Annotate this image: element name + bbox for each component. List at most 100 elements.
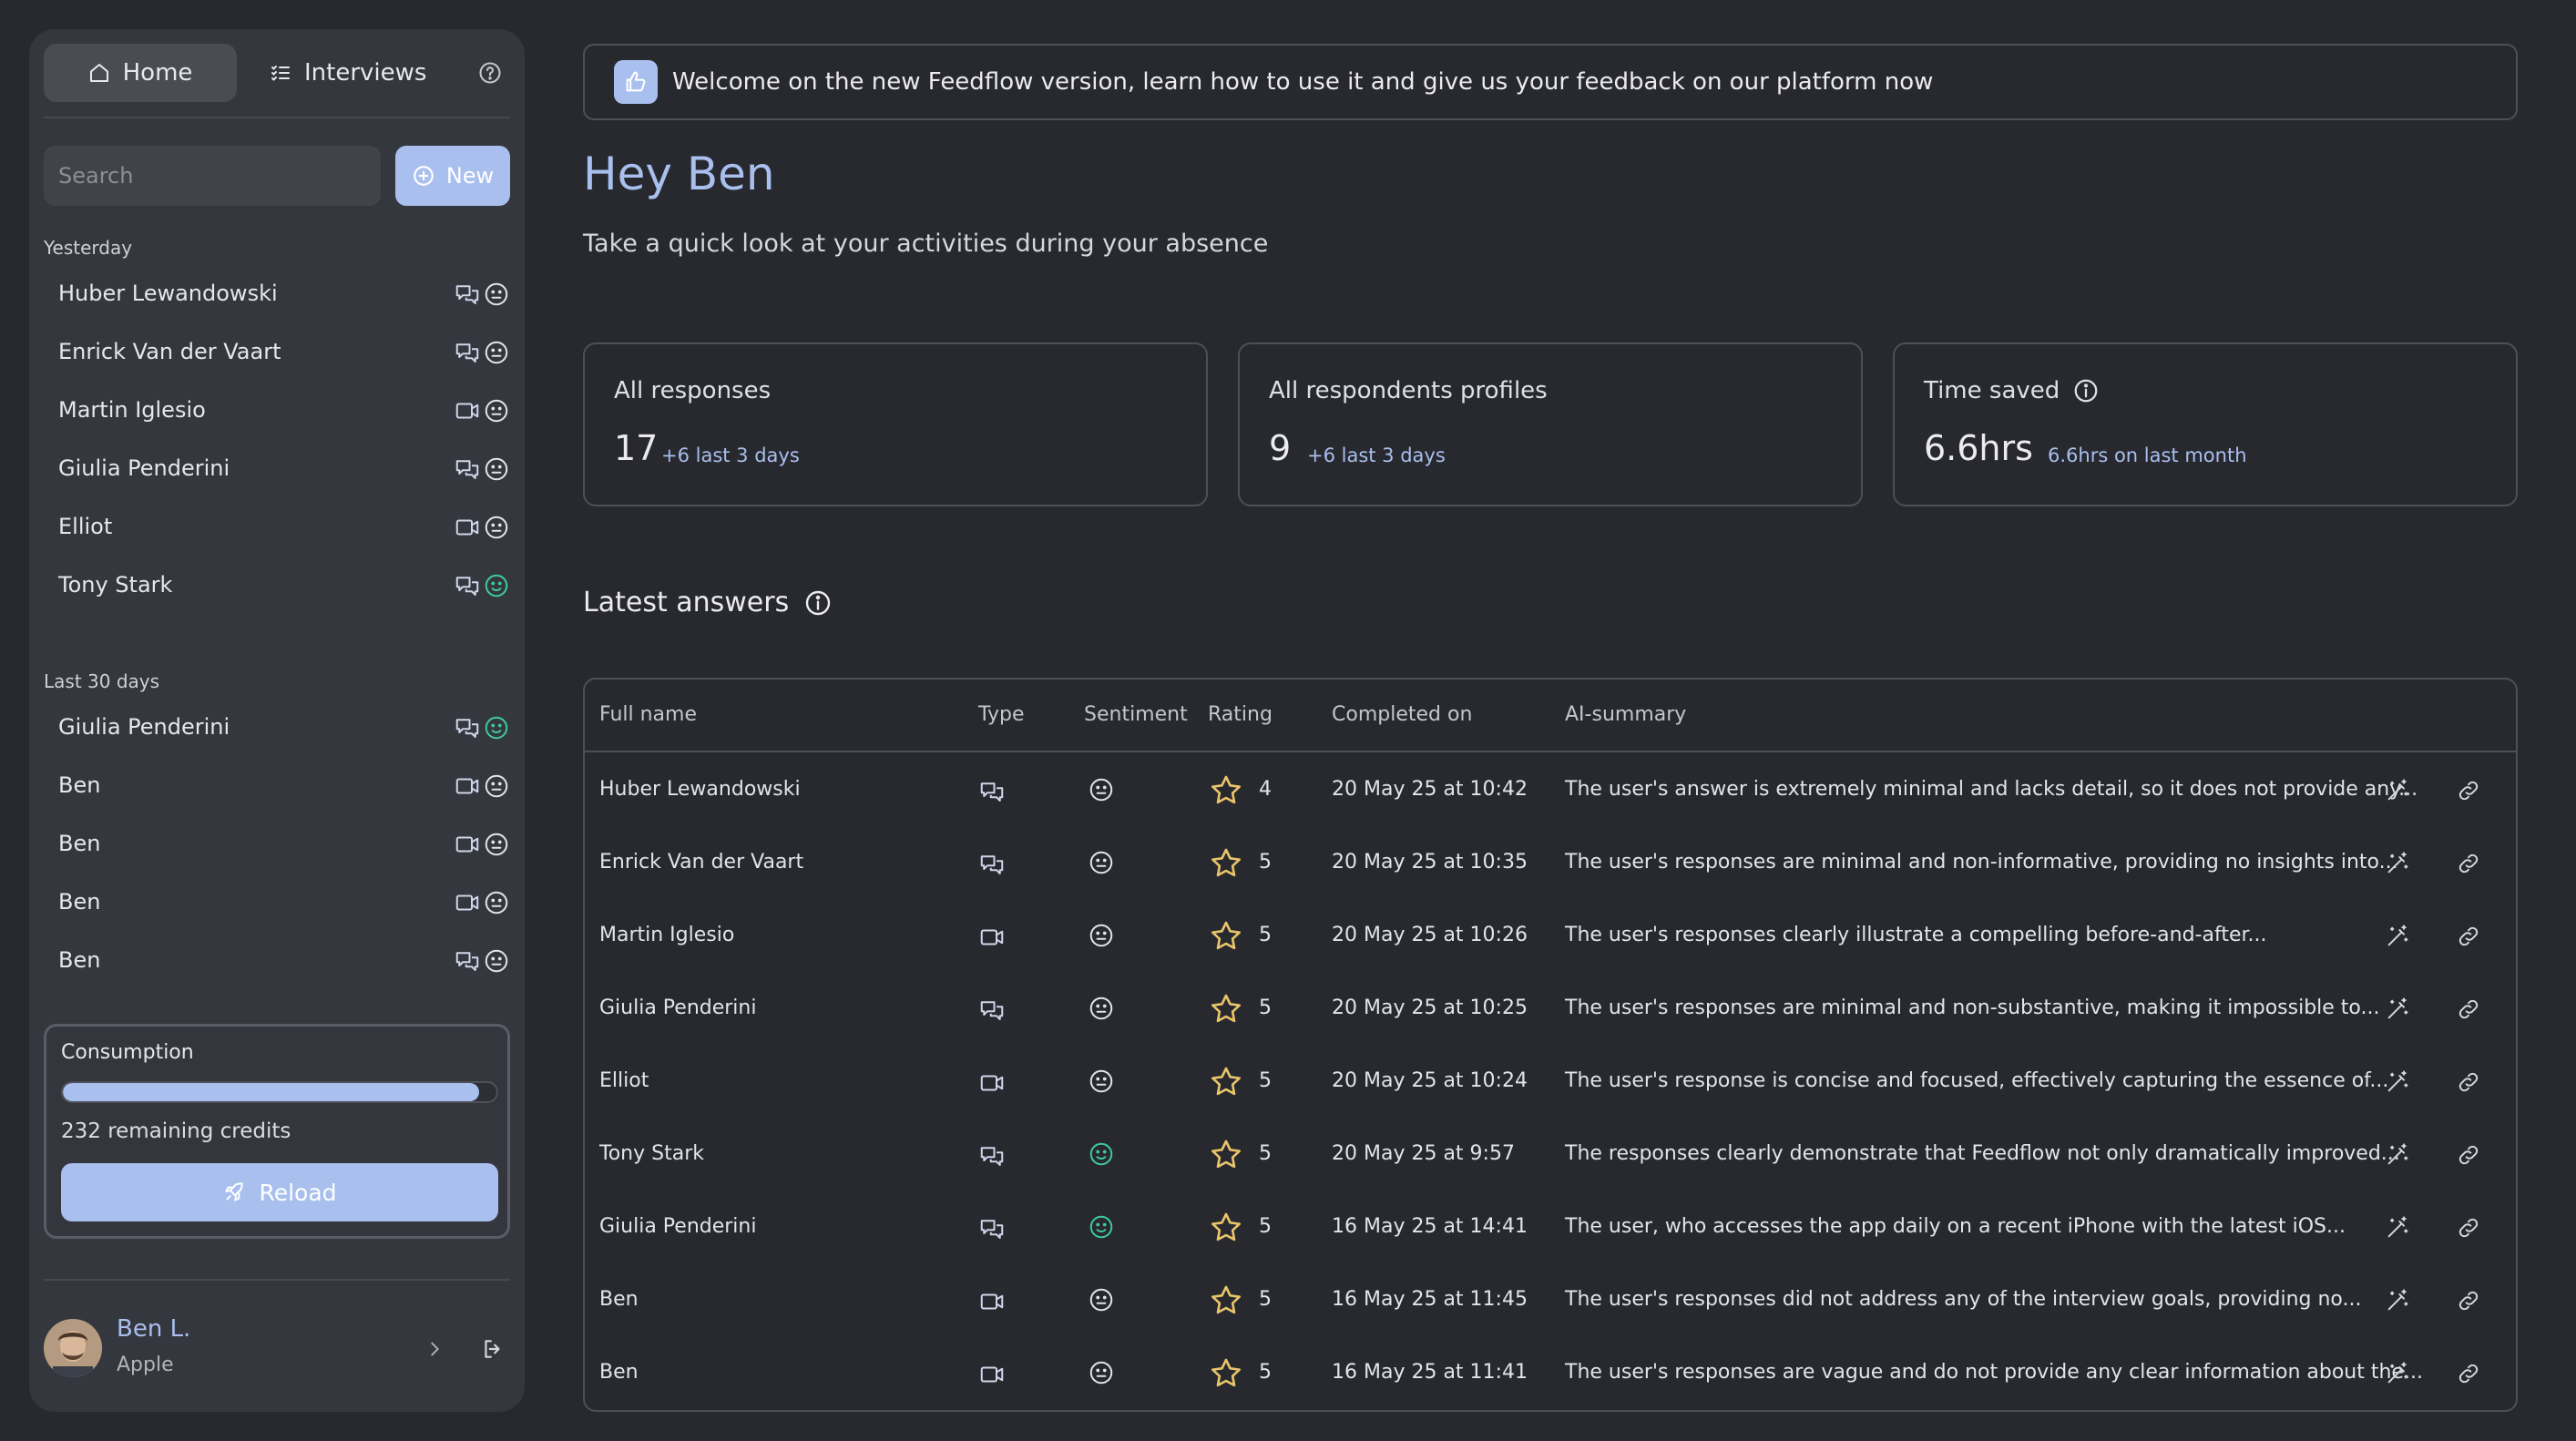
link-icon[interactable] — [2456, 1288, 2481, 1313]
sidebar-respondent-item[interactable]: Tony Stark — [44, 559, 510, 610]
column-header-rating[interactable]: Rating — [1208, 703, 1273, 726]
plus-circle-icon — [412, 164, 435, 188]
magic-wand-icon[interactable] — [2385, 1142, 2410, 1168]
cell-full-name: Giulia Penderini — [599, 1215, 757, 1238]
cell-ai-summary: The user's responses are minimal and non… — [1565, 851, 2398, 874]
sidebar-respondent-item[interactable]: Martin Iglesio — [44, 384, 510, 435]
table-row[interactable]: Elliot 5 20 May 25 at 10:24 The user's resp… — [585, 1046, 2516, 1119]
star-icon — [1208, 1210, 1244, 1246]
link-icon[interactable] — [2456, 924, 2481, 949]
cell-rating: 5 — [1259, 996, 1272, 1019]
cell-ai-summary: The user's responses are minimal and non… — [1565, 996, 2380, 1019]
consumption-panel: Consumption 232 remaining credits Reload — [44, 1024, 510, 1239]
respondent-name: Huber Lewandowski — [58, 281, 278, 306]
link-icon[interactable] — [2456, 1215, 2481, 1241]
table-row[interactable]: Giulia Penderini 5 16 May 25 at 14:41 The u… — [585, 1191, 2516, 1264]
group-label: Yesterday — [44, 237, 133, 259]
cell-rating: 5 — [1259, 1142, 1272, 1165]
table-row[interactable]: Huber Lewandowski 4 20 May 25 at 10:42 The … — [585, 754, 2516, 827]
sidebar-respondent-item[interactable]: Ben — [44, 760, 510, 811]
info-icon[interactable] — [2072, 377, 2100, 404]
respondent-name: Ben — [58, 772, 101, 798]
cell-rating: 5 — [1259, 851, 1272, 874]
chat-icon — [454, 281, 481, 308]
column-header-summary[interactable]: AI-summary — [1565, 703, 1686, 726]
user-profile[interactable]: Ben L. Apple — [44, 1312, 510, 1385]
reload-button[interactable]: Reload — [61, 1163, 498, 1221]
cell-full-name: Ben — [599, 1361, 639, 1384]
help-icon[interactable] — [477, 60, 503, 86]
sidebar-respondent-item[interactable]: Elliot — [44, 501, 510, 552]
table-header: Full name Type Sentiment Rating Complete… — [585, 680, 2516, 752]
remaining-credits: 232 remaining credits — [61, 1119, 291, 1143]
neutral-face-icon — [1088, 1068, 1115, 1095]
magic-wand-icon[interactable] — [2385, 1069, 2410, 1095]
respondent-name: Ben — [58, 889, 101, 915]
smile-face-icon — [1088, 1140, 1115, 1168]
magic-wand-icon[interactable] — [2385, 1215, 2410, 1241]
link-icon[interactable] — [2456, 996, 2481, 1022]
table-row[interactable]: Giulia Penderini 5 20 May 25 at 10:25 The u… — [585, 973, 2516, 1046]
table-row[interactable]: Tony Stark 5 20 May 25 at 9:57 The response… — [585, 1119, 2516, 1191]
sidebar-respondent-item[interactable]: Enrick Van der Vaart — [44, 326, 510, 377]
link-icon[interactable] — [2456, 851, 2481, 876]
stat-delta: +6 last 3 days — [661, 445, 800, 466]
neutral-face-icon — [1088, 776, 1115, 803]
video-icon — [454, 397, 481, 424]
chevron-right-icon[interactable] — [424, 1339, 445, 1359]
cell-ai-summary: The responses clearly demonstrate that F… — [1565, 1142, 2400, 1165]
stat-card-profiles: All respondents profiles 9 +6 last 3 day… — [1238, 342, 1863, 506]
respondent-name: Martin Iglesio — [58, 397, 206, 423]
star-icon — [1208, 1355, 1244, 1392]
tab-interviews[interactable]: Interviews — [270, 44, 426, 102]
list-icon — [270, 62, 291, 84]
link-icon[interactable] — [2456, 778, 2481, 803]
new-button[interactable]: New — [395, 146, 510, 206]
search-input[interactable] — [44, 146, 381, 206]
smile-face-icon — [483, 714, 510, 741]
column-header-name[interactable]: Full name — [599, 703, 697, 726]
chat-icon — [978, 778, 1006, 805]
stat-label: Time saved — [1924, 377, 2060, 404]
cell-ai-summary: The user's responses are vague and do no… — [1565, 1361, 2423, 1384]
table-row[interactable]: Ben 5 16 May 25 at 11:41 The user's respons… — [585, 1337, 2516, 1410]
link-icon[interactable] — [2456, 1069, 2481, 1095]
chat-icon — [978, 996, 1006, 1024]
info-icon[interactable] — [803, 588, 833, 618]
magic-wand-icon[interactable] — [2385, 1288, 2410, 1313]
link-icon[interactable] — [2456, 1142, 2481, 1168]
tab-home-label: Home — [122, 59, 193, 87]
rocket-icon — [222, 1180, 246, 1204]
sidebar-respondent-item[interactable]: Ben — [44, 818, 510, 869]
magic-wand-icon[interactable] — [2385, 1361, 2410, 1386]
table-row[interactable]: Enrick Van der Vaart 5 20 May 25 at 10:35 T… — [585, 827, 2516, 900]
magic-wand-icon[interactable] — [2385, 924, 2410, 949]
column-header-sentiment[interactable]: Sentiment — [1084, 703, 1188, 726]
table-row[interactable]: Ben 5 16 May 25 at 11:45 The user's respons… — [585, 1264, 2516, 1337]
announcement-banner[interactable]: Welcome on the new Feedflow version, lea… — [583, 44, 2518, 120]
logout-icon[interactable] — [481, 1337, 505, 1361]
cell-full-name: Enrick Van der Vaart — [599, 851, 804, 874]
sidebar-respondent-item[interactable]: Giulia Penderini — [44, 443, 510, 494]
cell-completed-on: 16 May 25 at 11:41 — [1332, 1361, 1528, 1384]
stat-value: 9 — [1269, 428, 1292, 468]
column-header-type[interactable]: Type — [978, 703, 1025, 726]
page-title: Hey Ben — [583, 148, 775, 200]
sidebar-respondent-item[interactable]: Huber Lewandowski — [44, 268, 510, 319]
magic-wand-icon[interactable] — [2385, 851, 2410, 876]
respondent-name: Giulia Penderini — [58, 455, 230, 481]
tab-home[interactable]: Home — [44, 44, 237, 102]
link-icon[interactable] — [2456, 1361, 2481, 1386]
neutral-face-icon — [483, 831, 510, 858]
cell-rating: 5 — [1259, 1361, 1272, 1384]
stat-delta: 6.6hrs on last month — [2048, 445, 2247, 466]
sidebar-respondent-item[interactable]: Ben — [44, 876, 510, 927]
cell-ai-summary: The user, who accesses the app daily on … — [1565, 1215, 2346, 1238]
table-row[interactable]: Martin Iglesio 5 20 May 25 at 10:26 The use… — [585, 900, 2516, 973]
cell-completed-on: 20 May 25 at 10:24 — [1332, 1069, 1528, 1092]
magic-wand-icon[interactable] — [2385, 778, 2410, 803]
sidebar-respondent-item[interactable]: Ben — [44, 935, 510, 986]
sidebar-respondent-item[interactable]: Giulia Penderini — [44, 701, 510, 752]
magic-wand-icon[interactable] — [2385, 996, 2410, 1022]
column-header-completed[interactable]: Completed on — [1332, 703, 1472, 726]
